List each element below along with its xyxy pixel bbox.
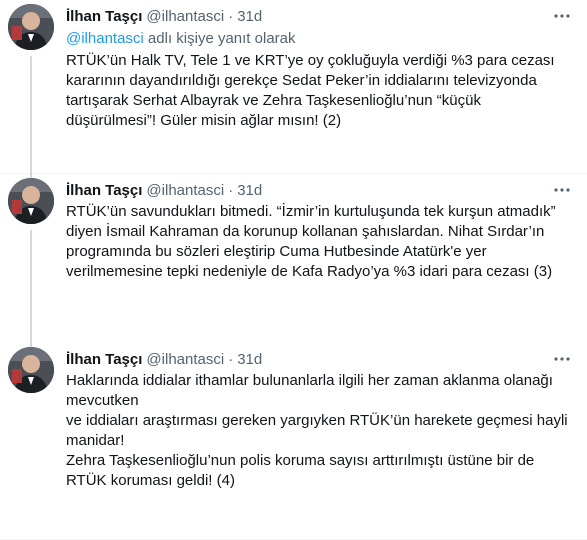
author-handle[interactable]: @ilhantasci bbox=[146, 8, 224, 25]
author-handle[interactable]: @ilhantasci bbox=[146, 182, 224, 199]
more-horizontal-icon[interactable] bbox=[551, 6, 573, 26]
separator: · bbox=[228, 350, 234, 368]
avatar[interactable] bbox=[8, 347, 54, 393]
reply-context: @ilhantasci adlı kişiye yanıt olarak bbox=[66, 29, 573, 49]
tweet-rail bbox=[0, 343, 60, 539]
reply-context-label: adlı kişiye yanıt olarak bbox=[143, 30, 296, 47]
tweet-text: Haklarında iddialar ithamlar bulunanlarl… bbox=[66, 372, 568, 489]
tweet-thread: İlhan Taşçı @ilhantasci · 31d @ilhantasc… bbox=[0, 0, 587, 540]
author-name[interactable]: İlhan Taşçı bbox=[66, 351, 142, 368]
tweet-header: İlhan Taşçı @ilhantasci · 31d bbox=[66, 180, 573, 200]
avatar[interactable] bbox=[8, 178, 54, 224]
tweet-2[interactable]: İlhan Taşçı @ilhantasci · 31d RTÜK’ün sa… bbox=[0, 174, 587, 349]
tweet-content: İlhan Taşçı @ilhantasci · 31d RTÜK’ün sa… bbox=[66, 180, 573, 282]
thread-line bbox=[30, 230, 32, 349]
tweet-3[interactable]: İlhan Taşçı @ilhantasci · 31d Haklarında… bbox=[0, 343, 587, 540]
separator: · bbox=[228, 7, 234, 25]
tweet-content: İlhan Taşçı @ilhantasci · 31d @ilhantasc… bbox=[66, 6, 573, 131]
tweet-1[interactable]: İlhan Taşçı @ilhantasci · 31d @ilhantasc… bbox=[0, 0, 587, 179]
author-name[interactable]: İlhan Taşçı bbox=[66, 182, 142, 199]
avatar[interactable] bbox=[8, 4, 54, 50]
tweet-text: RTÜK’ün Halk TV, Tele 1 ve KRT’ye oy çok… bbox=[66, 52, 555, 129]
separator: · bbox=[228, 181, 234, 199]
tweet-content: İlhan Taşçı @ilhantasci · 31d Haklarında… bbox=[66, 349, 573, 491]
tweet-rail bbox=[0, 0, 60, 179]
tweet-rail bbox=[0, 174, 60, 349]
more-horizontal-icon[interactable] bbox=[551, 180, 573, 200]
tweet-time[interactable]: 31d bbox=[237, 351, 262, 368]
tweet-header: İlhan Taşçı @ilhantasci · 31d bbox=[66, 6, 573, 26]
thread-line bbox=[30, 56, 32, 179]
author-handle[interactable]: @ilhantasci bbox=[146, 351, 224, 368]
tweet-header: İlhan Taşçı @ilhantasci · 31d bbox=[66, 349, 573, 369]
tweet-time[interactable]: 31d bbox=[237, 182, 262, 199]
reply-mention-link[interactable]: @ilhantasci bbox=[66, 30, 144, 47]
more-horizontal-icon[interactable] bbox=[551, 349, 573, 369]
tweet-time[interactable]: 31d bbox=[237, 8, 262, 25]
tweet-text: RTÜK’ün savundukları bitmedi. “İzmir’in … bbox=[66, 203, 556, 280]
author-name[interactable]: İlhan Taşçı bbox=[66, 8, 142, 25]
